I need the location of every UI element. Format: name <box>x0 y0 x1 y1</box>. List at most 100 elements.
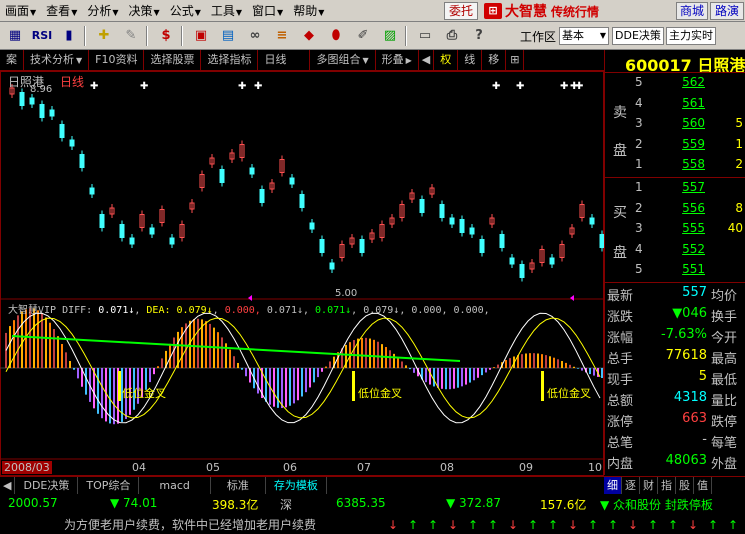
tab-stock[interactable]: 股 <box>676 476 694 494</box>
ask-row[interactable]: 5 562 <box>605 75 745 95</box>
bid-level: 2 <box>635 200 643 215</box>
candle-body <box>359 239 365 253</box>
mall-button[interactable]: 商城 <box>676 2 708 20</box>
index-status-bar: 2000.57 ▼ 74.01 398.3亿 深 6385.35 ▼ 372.8… <box>0 494 745 514</box>
crosshair-icon[interactable]: ✚ <box>92 25 116 47</box>
chevron-down-icon: ▼ <box>235 8 243 17</box>
stat-row: 总手 77618 最高 <box>605 348 745 369</box>
menu-bar: 画面▼ 查看▼ 分析▼ 决策▼ 公式▼ 工具▼ 窗口▼ 帮助▼ <box>0 0 745 22</box>
dollar-icon[interactable]: $ <box>154 25 178 47</box>
tab-top[interactable]: TOP综合 <box>78 477 140 494</box>
candle-body <box>479 239 485 253</box>
tab-finance[interactable]: 财 <box>640 476 658 494</box>
kline-chart[interactable]: ✚ ✚ ✚ ✚ ✚ ✚ ✚ ✚ ✚ 日照港 日线 8.96 5.00 大智慧VIP DIFF: … <box>0 71 604 476</box>
stat-label-2: 外盘 <box>711 457 738 472</box>
up-arrow-icon: ↑ <box>608 518 618 532</box>
tab-move[interactable]: 移 <box>482 50 507 70</box>
tab-detail[interactable]: 细 <box>604 476 622 494</box>
chevron-down-icon: ▼ <box>76 56 83 65</box>
tab-overlay[interactable]: 形叠 ▶ <box>376 50 419 70</box>
candle-body <box>219 169 225 183</box>
layout-icon[interactable]: ▤ <box>216 25 240 47</box>
menu-help[interactable]: 帮助▼ <box>288 2 329 19</box>
trend-line <box>11 335 461 362</box>
menu-analysis[interactable]: 分析▼ <box>82 2 123 19</box>
help-icon[interactable]: ? <box>467 25 491 47</box>
brand-name: 大智慧 <box>505 4 547 20</box>
grid-toggle-icon[interactable]: ⊞ <box>506 50 525 70</box>
dde-combo[interactable]: DDE决策 <box>612 27 665 45</box>
ask-row[interactable]: 3 560 5 <box>605 116 745 136</box>
menu-decision[interactable]: 决策▼ <box>124 2 165 19</box>
grid-icon[interactable]: ▦ <box>3 25 27 47</box>
tab-standard[interactable]: 标准 <box>211 477 266 494</box>
workzone-select[interactable]: 基本 ▼ <box>559 27 610 45</box>
ask-row[interactable]: 2 559 1 <box>605 137 745 157</box>
tab-line[interactable]: 线 <box>458 50 483 70</box>
rsi-button[interactable]: RSI <box>30 25 54 47</box>
stat-label-2: 每笔 <box>711 436 738 451</box>
bid-row[interactable]: 1 557 <box>605 180 745 200</box>
main-force-combo[interactable]: 主力实时 <box>666 27 717 45</box>
signal-star-icon: ✚ <box>238 81 246 92</box>
indicator-header: 大智慧VIP DIFF: 0.071↓, DEA: 0.079↓, 0.000,… <box>8 305 490 316</box>
bid-level: 1 <box>635 180 643 194</box>
signal-star-icon: ✚ <box>140 81 148 92</box>
candle-body <box>169 237 175 245</box>
bid-row[interactable]: 3 555 40 <box>605 221 745 241</box>
signal-star-icon: ✚ <box>254 81 262 92</box>
menu-screen[interactable]: 画面▼ <box>0 2 41 19</box>
tab-dde[interactable]: DDE决策 <box>15 477 79 494</box>
trade-button[interactable]: 委托 <box>444 2 478 20</box>
tab-index[interactable]: 指 <box>658 476 676 494</box>
menu-tools[interactable]: 工具▼ <box>206 2 247 19</box>
ask-row[interactable]: 4 561 <box>605 96 745 116</box>
bid-row[interactable]: 2 556 8 <box>605 201 745 221</box>
diamond-icon[interactable]: ◆ <box>297 25 321 47</box>
market-alert[interactable]: ▼ 众和股份 封跌停板 <box>600 496 713 513</box>
ask-row[interactable]: 1 558 2 <box>605 157 745 177</box>
stat-value: 5 <box>698 369 707 384</box>
candle-body <box>49 109 55 117</box>
ruler-icon[interactable]: ✎ <box>119 25 143 47</box>
tab-f10[interactable]: F10资料 <box>89 50 145 70</box>
roadshow-button[interactable]: 路演 <box>710 2 744 20</box>
down-arrow-icon: ↓ <box>568 518 578 532</box>
stack-icon[interactable]: ≡ <box>270 25 294 47</box>
document-icon[interactable]: ▭ <box>413 25 437 47</box>
down-arrow-icon: ↓ <box>448 518 458 532</box>
stat-label-2: 最低 <box>711 373 738 388</box>
binoculars-icon[interactable]: ∞ <box>243 25 267 47</box>
tab-save-template[interactable]: 存为模板 <box>266 477 327 494</box>
kline-icon[interactable]: ▮ <box>57 25 81 47</box>
tab-daily[interactable]: 日线 <box>258 50 311 70</box>
ask-volume: 5 <box>735 116 743 130</box>
color-icon[interactable]: ▨ <box>378 25 402 47</box>
ellipse-icon[interactable]: ⬮ <box>324 25 348 47</box>
print-icon[interactable]: ⎙ <box>440 25 464 47</box>
tab-tick[interactable]: 逐 <box>622 476 640 494</box>
menu-formula[interactable]: 公式▼ <box>165 2 206 19</box>
tab-multi-chart[interactable]: 多图组合 ▼ <box>310 50 376 70</box>
tab-technical[interactable]: 技术分析 ▼ <box>24 50 90 70</box>
golden-cross-marker <box>352 371 355 401</box>
pen-icon[interactable]: ✐ <box>351 25 375 47</box>
scroll-ticker: 为方便老用户续费，软件中已经增加老用户续费 ↓ ↑ ↑ ↓ ↑ ↑ ↓ ↑ ↑ ↓ ↑ ↑ ↓ ↑ ↑ ↓ ↑ ↑ <box>0 514 745 534</box>
stat-label: 现手 <box>607 373 634 388</box>
bid-row[interactable]: 4 552 <box>605 242 745 262</box>
scroll-left-icon[interactable]: ◀ <box>419 50 435 70</box>
candle-body <box>69 139 75 147</box>
menu-view[interactable]: 查看▼ <box>41 2 82 19</box>
tab-select-indicator[interactable]: 选择指标 <box>201 50 259 70</box>
left-arrow-icon[interactable]: ◀ <box>0 477 16 494</box>
menu-window[interactable]: 窗口▼ <box>247 2 288 19</box>
price-low-label: 5.00 <box>335 288 358 299</box>
tab-select-stock[interactable]: 选择股票 <box>144 50 202 70</box>
tab-rights[interactable]: 权 <box>434 50 459 70</box>
bid-row[interactable]: 5 551 <box>605 262 745 282</box>
tab-macd[interactable]: macd <box>139 477 211 494</box>
candle-body <box>289 177 295 185</box>
tab-case[interactable]: 案 <box>0 50 24 70</box>
tab-value[interactable]: 值 <box>694 476 712 494</box>
chart-icon[interactable]: ▣ <box>189 25 213 47</box>
